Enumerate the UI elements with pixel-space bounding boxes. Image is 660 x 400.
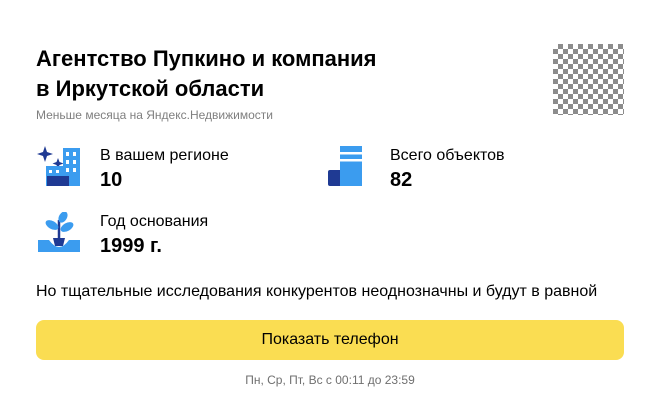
working-hours: Пн, Ср, Пт, Вс с 00:11 до 23:59: [245, 373, 415, 387]
stat-region-value: 10: [100, 169, 123, 191]
stat-founded-value: 1999 г.: [100, 235, 162, 257]
agency-title: Агентство Пупкино и компания в Иркутской…: [36, 44, 456, 104]
city-sparkle-icon: [37, 146, 80, 186]
stat-region-label: В вашем регионе: [100, 147, 229, 164]
stat-objects-value: 82: [390, 169, 413, 191]
agency-logo: [553, 44, 624, 115]
stat-objects-label: Всего объектов: [390, 147, 505, 164]
sprout-icon: [38, 212, 80, 252]
show-phone-button[interactable]: Показать телефон: [36, 320, 624, 360]
agency-subtitle: Меньше месяца на Яндекс.Недвижимости: [36, 108, 273, 122]
building-icon: [328, 146, 362, 186]
agency-title-line-2: в Иркутской области: [36, 76, 265, 101]
stat-founded-label: Год основания: [100, 213, 209, 230]
agency-description: Но тщательные исследования конкурентов н…: [36, 283, 598, 300]
agency-title-line-1: Агентство Пупкино и компания: [36, 46, 377, 71]
